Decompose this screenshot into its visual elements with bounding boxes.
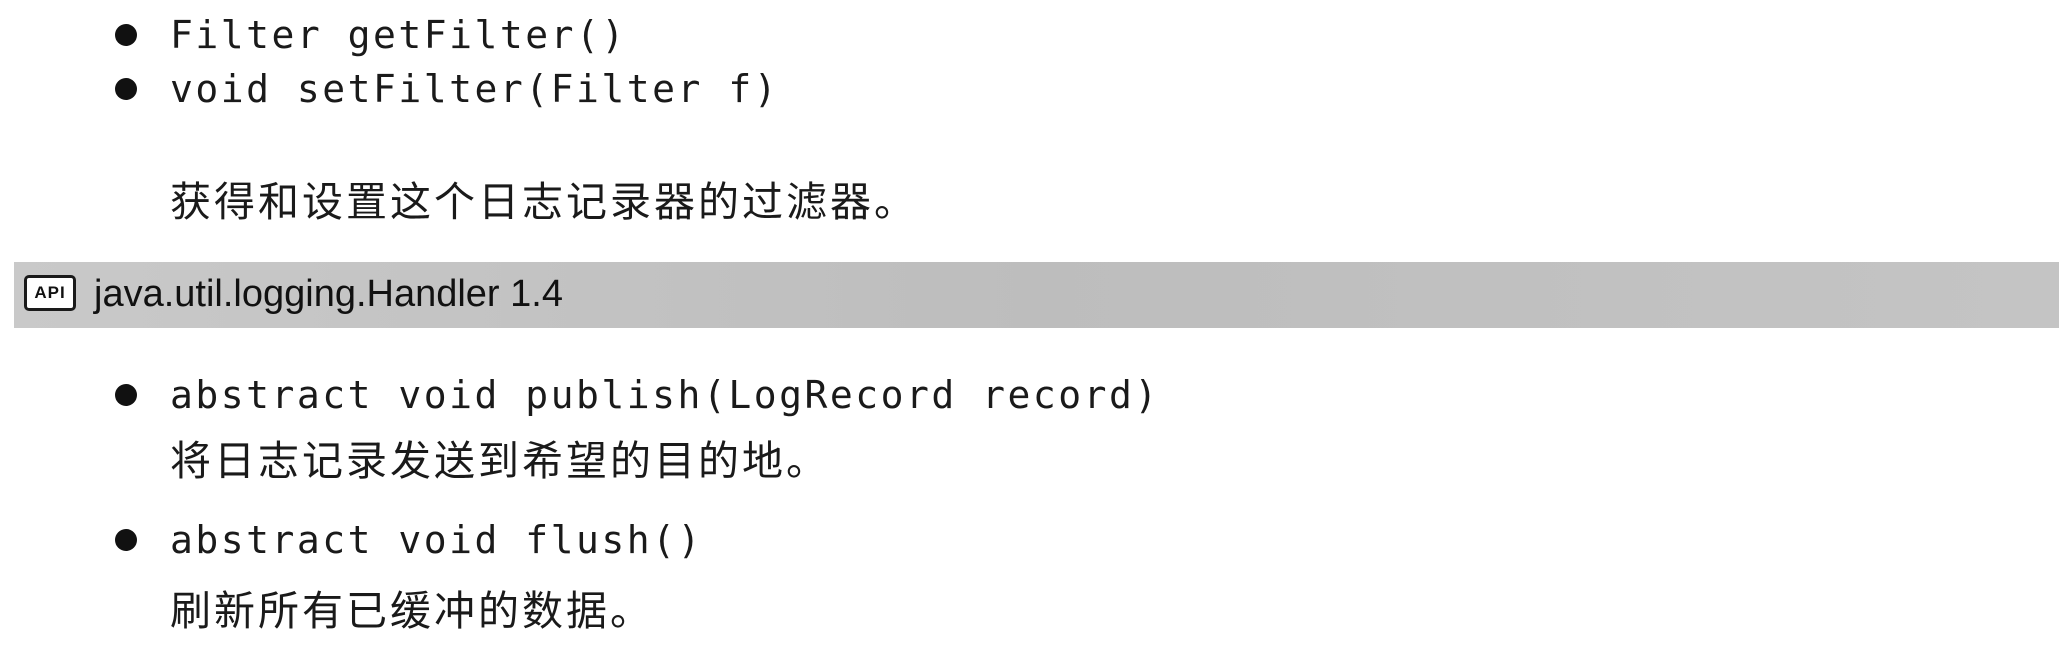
api-class-title: java.util.logging.Handler 1.4: [94, 273, 563, 315]
method-signature: abstract void flush(): [170, 518, 703, 562]
method-signature: Filter getFilter(): [170, 13, 627, 57]
bullet-icon: [115, 384, 137, 406]
method-signature: void setFilter(Filter f): [170, 67, 780, 111]
api-icon: API: [24, 275, 76, 311]
method-description: 将日志记录发送到希望的目的地。: [170, 437, 830, 485]
method-description: 刷新所有已缓冲的数据。: [170, 587, 654, 635]
bullet-icon: [115, 529, 137, 551]
bullet-icon: [115, 24, 137, 46]
method-signature: abstract void publish(LogRecord record): [170, 373, 1160, 417]
bullet-icon: [115, 78, 137, 100]
method-description: 获得和设置这个日志记录器的过滤器。: [170, 178, 918, 226]
api-header: API java.util.logging.Handler 1.4: [14, 262, 2059, 328]
